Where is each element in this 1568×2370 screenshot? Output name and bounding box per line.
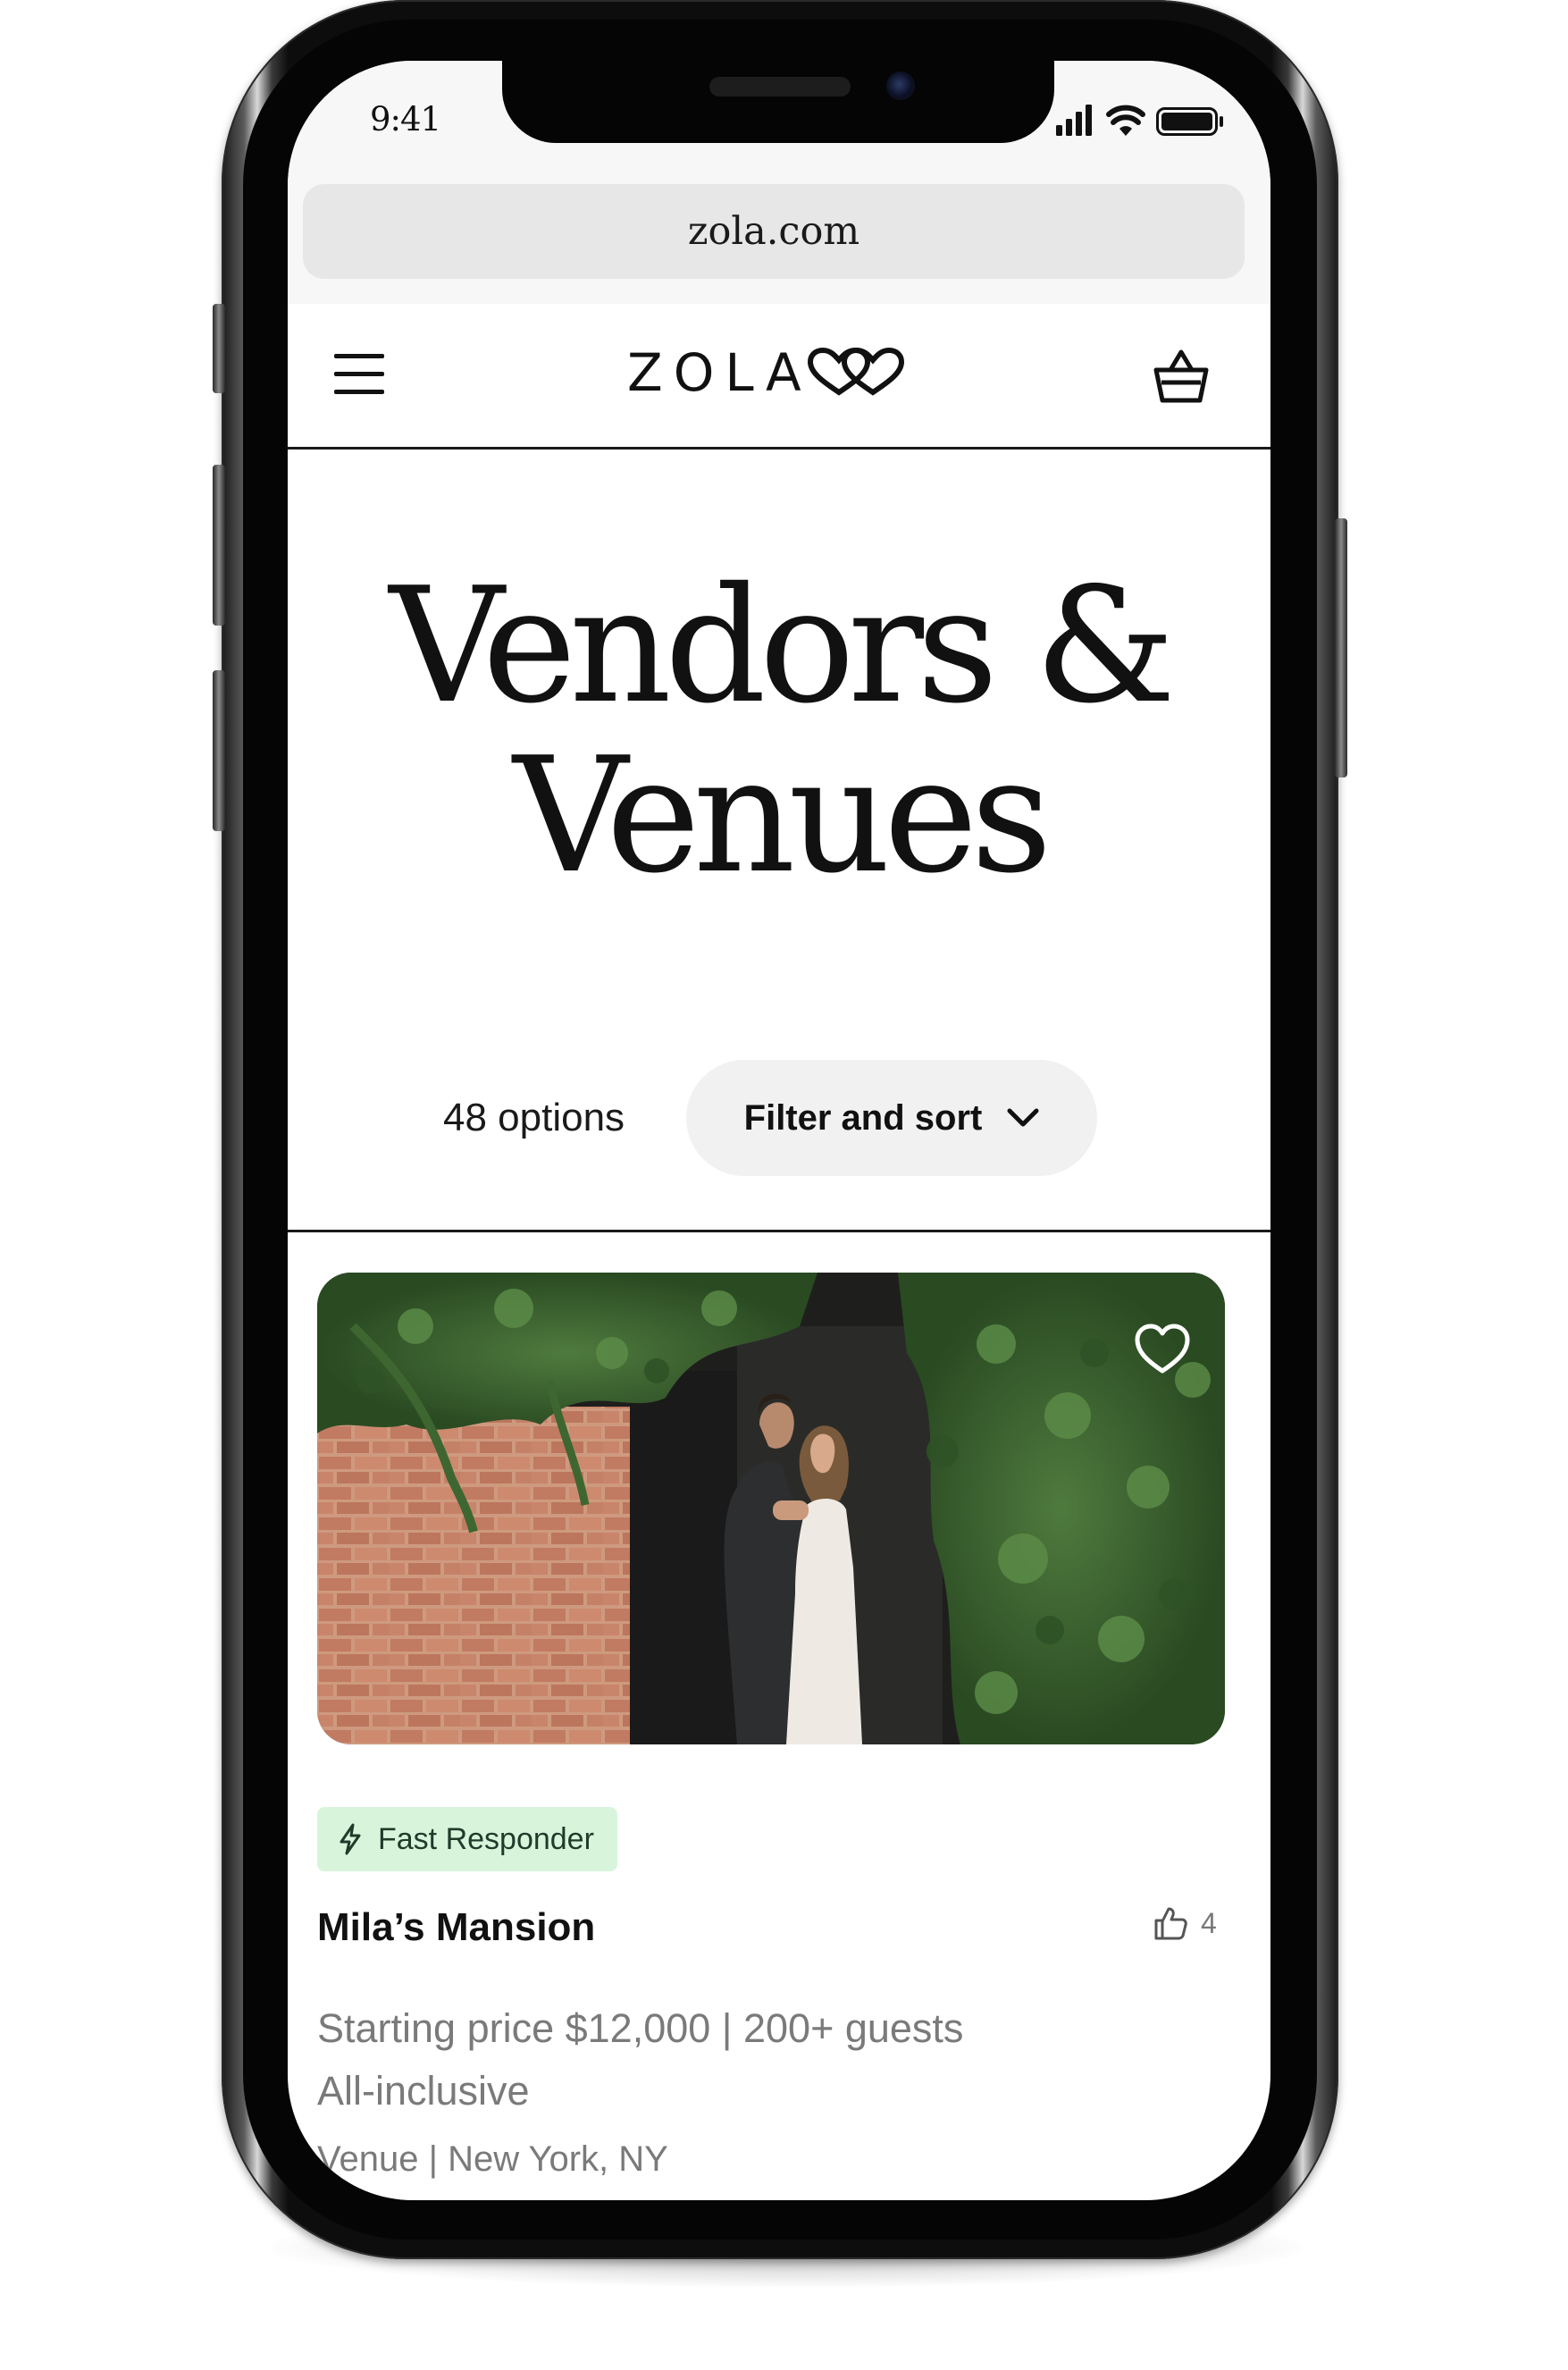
venue-name[interactable]: Mila’s Mansion <box>317 1905 595 1950</box>
logo-text: ZOLA <box>627 342 812 403</box>
volume-down-button <box>213 670 225 831</box>
url-text: zola.com <box>687 209 860 254</box>
phone-screen: 9:41 zola.com ZOLA Vendors & Venues 48 o… <box>288 61 1270 2200</box>
badge-label: Fast Responder <box>378 1821 594 1856</box>
category-and-location: Venue | New York, NY <box>317 2139 668 2179</box>
site-header: ZOLA <box>288 304 1270 450</box>
venue-photo-image <box>317 1273 1225 1744</box>
browser-chrome: 9:41 zola.com <box>288 61 1270 306</box>
like-button[interactable]: 4 <box>1153 1905 1217 1941</box>
options-count: 48 options <box>443 1096 625 1139</box>
notch <box>502 61 1054 143</box>
earpiece-speaker <box>709 77 851 97</box>
filter-button-label: Filter and sort <box>743 1097 983 1138</box>
double-heart-logo-icon <box>807 348 904 396</box>
power-button <box>1335 518 1347 777</box>
volume-up-button <box>213 465 225 626</box>
wifi-icon <box>1106 105 1145 136</box>
page-title: Vendors & Venues <box>288 561 1270 901</box>
page-title-line-1: Vendors & <box>389 553 1177 738</box>
zola-logo[interactable]: ZOLA <box>627 341 905 404</box>
battery-icon <box>1156 107 1223 136</box>
thumbs-up-icon <box>1154 1907 1187 1940</box>
url-bar[interactable]: zola.com <box>303 184 1245 279</box>
chevron-down-icon <box>1007 1108 1039 1127</box>
shopping-basket-icon[interactable] <box>1153 347 1210 406</box>
status-icons <box>1056 105 1223 136</box>
filter-and-sort-button[interactable]: Filter and sort <box>686 1060 1097 1176</box>
section-divider <box>288 1230 1270 1232</box>
front-camera <box>886 71 915 100</box>
venue-photo[interactable] <box>317 1273 1225 1744</box>
page-title-line-2: Venues <box>513 723 1052 908</box>
silent-switch <box>213 304 225 393</box>
fast-responder-badge: Fast Responder <box>317 1807 617 1871</box>
favorite-heart-icon[interactable] <box>1134 1323 1191 1376</box>
signal-bars-icon <box>1056 105 1092 136</box>
price-and-capacity: Starting price $12,000 | 200+ guests <box>317 2005 964 2051</box>
package-type: All-inclusive <box>317 2068 530 2114</box>
likes-count: 4 <box>1201 1906 1217 1939</box>
hamburger-menu-icon[interactable] <box>334 354 384 397</box>
lightning-bolt-icon <box>340 1823 361 1855</box>
status-time: 9:41 <box>370 100 441 139</box>
